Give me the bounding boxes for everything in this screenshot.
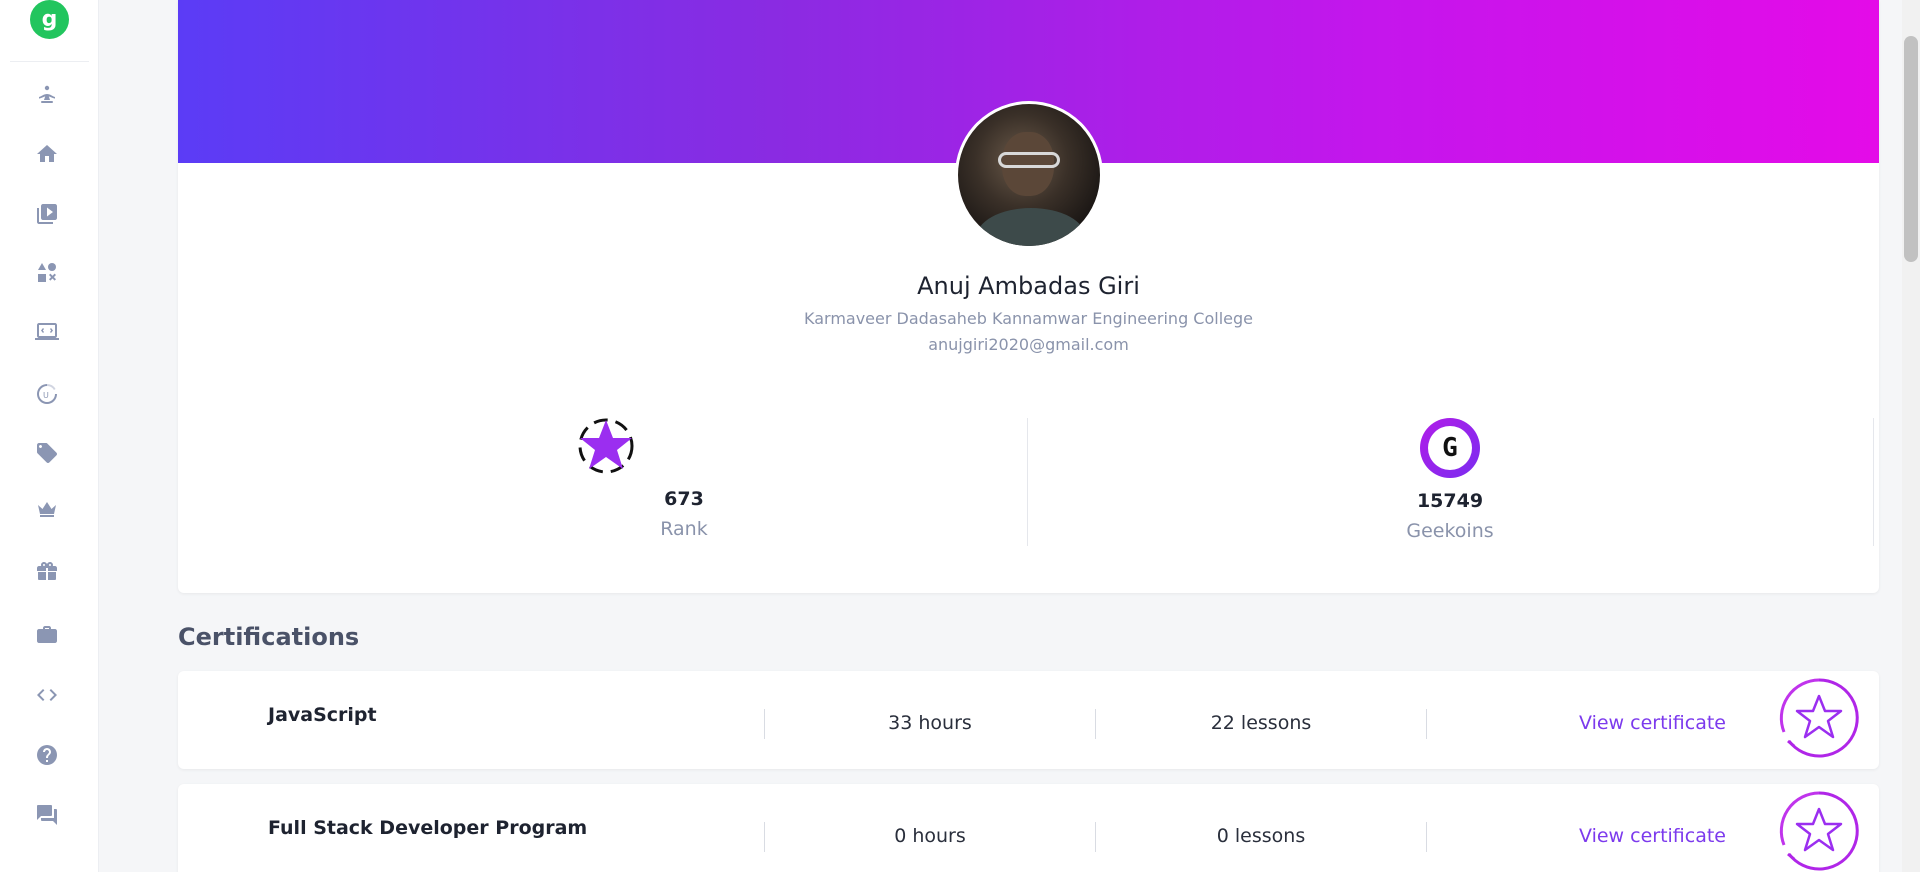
- profile-card: Anuj Ambadas Giri Karmaveer Dadasaheb Ka…: [178, 0, 1879, 593]
- rank-stat: 673 Rank: [534, 488, 834, 540]
- laptop-icon[interactable]: [33, 318, 61, 346]
- video-library-icon[interactable]: [33, 200, 61, 228]
- geekoin-icon: G: [1420, 418, 1480, 478]
- help-icon[interactable]: [33, 741, 61, 769]
- certificate-hours: 33 hours: [888, 712, 972, 734]
- logo-text: g: [41, 7, 58, 32]
- logo[interactable]: g: [30, 0, 69, 39]
- crown-icon[interactable]: [33, 495, 61, 523]
- avatar: [955, 101, 1103, 249]
- shapes-icon[interactable]: [33, 259, 61, 287]
- geekoins-label: Geekoins: [1406, 520, 1494, 542]
- certificate-lessons: 22 lessons: [1210, 712, 1312, 734]
- stat-divider: [1027, 418, 1028, 546]
- home-icon[interactable]: [33, 140, 61, 168]
- profile-name: Anuj Ambadas Giri: [917, 272, 1140, 300]
- certificate-name: JavaScript: [268, 704, 377, 726]
- svg-text:U: U: [43, 391, 49, 400]
- tag-icon[interactable]: [33, 439, 61, 467]
- rank-star-icon: [578, 418, 634, 474]
- rank-label: Rank: [660, 518, 708, 540]
- profile-college: Karmaveer Dadasaheb Kannamwar Engineerin…: [804, 309, 1253, 328]
- certificate-lessons: 0 lessons: [1216, 825, 1306, 847]
- geekoins-stat: 15749 Geekoins: [1300, 490, 1600, 542]
- certificate-row: Full Stack Developer Program 0 hours 0 l…: [178, 784, 1879, 872]
- certificate-name: Full Stack Developer Program: [268, 817, 588, 839]
- certificate-row: JavaScript 33 hours 22 lessons View cert…: [178, 671, 1879, 769]
- certificate-hours: 0 hours: [894, 825, 966, 847]
- cert-separator: [1426, 709, 1427, 739]
- sidebar: g U: [0, 0, 99, 872]
- view-certificate-link[interactable]: View certificate: [1579, 712, 1726, 734]
- certificate-star-icon: [1779, 791, 1859, 871]
- cert-separator: [1426, 822, 1427, 852]
- geekoin-icon-text: G: [1428, 426, 1472, 470]
- meditation-icon[interactable]: [33, 81, 61, 109]
- certifications-title: Certifications: [178, 623, 360, 651]
- briefcase-icon[interactable]: [33, 620, 61, 648]
- code-icon[interactable]: [33, 681, 61, 709]
- view-certificate-link[interactable]: View certificate: [1579, 825, 1726, 847]
- scrollbar-thumb[interactable]: [1904, 36, 1918, 262]
- stat-divider-right: [1873, 418, 1874, 546]
- progress-icon[interactable]: U: [33, 380, 61, 408]
- scrollbar-track[interactable]: [1902, 0, 1920, 872]
- geekoins-value: 15749: [1416, 490, 1484, 512]
- gift-icon[interactable]: [33, 557, 61, 585]
- chat-icon[interactable]: [33, 801, 61, 829]
- sidebar-divider: [10, 61, 89, 62]
- rank-value: 673: [664, 488, 704, 510]
- certificate-star-icon: [1779, 678, 1859, 758]
- profile-email: anujgiri2020@gmail.com: [928, 335, 1129, 354]
